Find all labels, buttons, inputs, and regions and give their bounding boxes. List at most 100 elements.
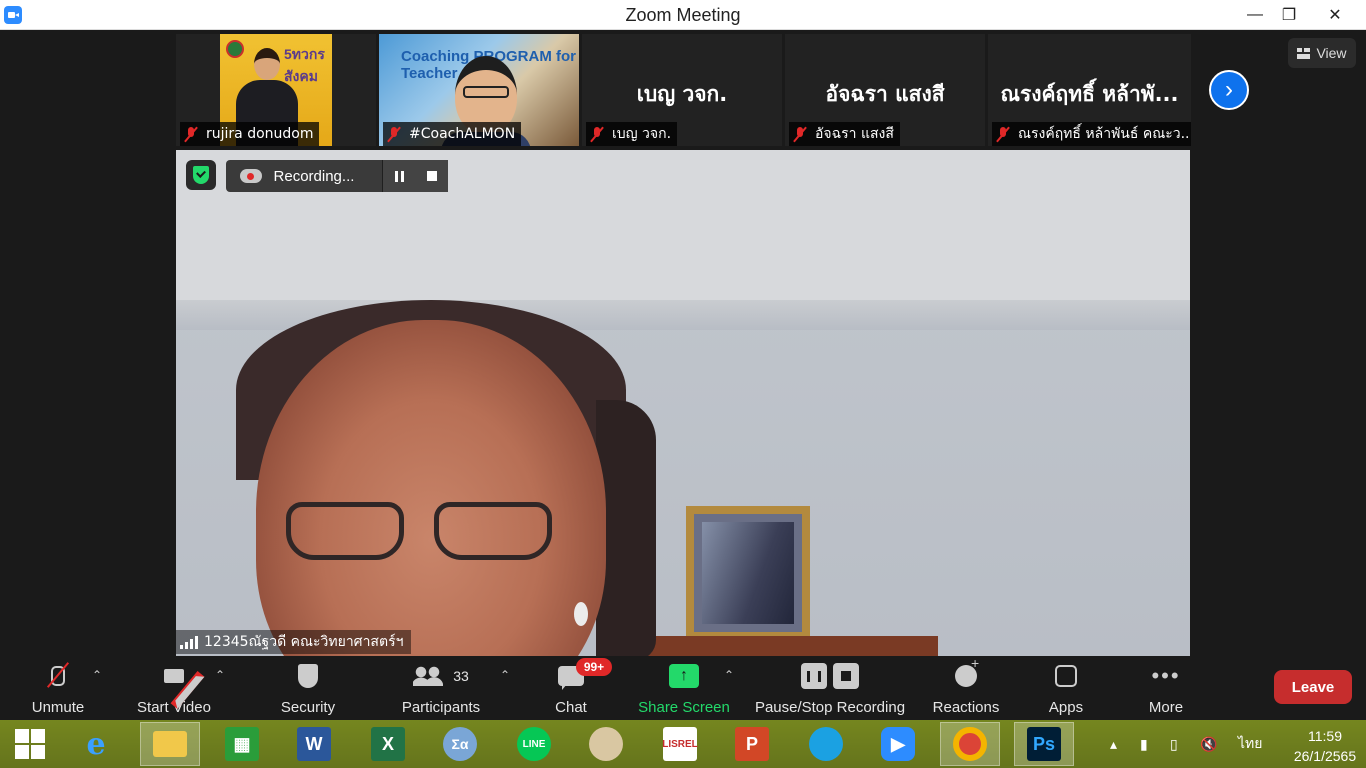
folder-icon bbox=[153, 731, 187, 757]
security-shield-icon bbox=[298, 664, 318, 688]
zoom-taskbar[interactable]: ▶ bbox=[868, 722, 928, 766]
close-button[interactable]: ✕ bbox=[1312, 0, 1358, 30]
mic-muted-icon bbox=[793, 126, 807, 142]
store-bag-icon: ▦ bbox=[225, 727, 259, 761]
powerpoint-taskbar[interactable]: P bbox=[722, 722, 782, 766]
participant-thumbnail[interactable]: Coaching PROGRAM for Teacher #CoachALMON bbox=[379, 34, 579, 146]
clock-date: 26/1/2565 bbox=[1293, 748, 1357, 764]
view-button[interactable]: View bbox=[1288, 38, 1356, 68]
recording-indicator: Recording... bbox=[226, 160, 449, 192]
participant-thumbnail[interactable]: 5ทวกร สังคม rujira donudom bbox=[176, 34, 376, 146]
participant-name-tag: ณรงค์ฤทธิ์ หล้าพันธ์ คณะว... bbox=[992, 122, 1191, 146]
pause-stop-recording-label: Pause/Stop Recording bbox=[754, 699, 906, 716]
meeting-stage: 5ทวกร สังคม rujira donudom Coaching PROG… bbox=[0, 30, 1366, 658]
participants-button[interactable]: 33 Participants bbox=[396, 658, 486, 720]
share-screen-button[interactable]: ↑ Share Screen bbox=[636, 658, 732, 720]
more-button[interactable]: ••• More bbox=[1140, 658, 1192, 720]
line-icon: LINE bbox=[517, 727, 551, 761]
word-taskbar[interactable]: W bbox=[284, 722, 344, 766]
active-speaker-name-tag: 12345ณัฐวดี คณะวิทยาศาสตร์ฯ bbox=[176, 630, 412, 654]
lisrel-taskbar[interactable]: LISREL bbox=[650, 722, 710, 766]
reactions-smile-icon bbox=[955, 655, 979, 687]
share-screen-arrow-icon: ↑ bbox=[669, 664, 699, 688]
share-screen-label: Share Screen bbox=[638, 699, 730, 716]
leave-button[interactable]: Leave bbox=[1274, 670, 1352, 704]
edge-taskbar[interactable] bbox=[796, 722, 856, 766]
participant-thumbnail[interactable]: เบญ วจก. เบญ วจก. bbox=[582, 34, 782, 146]
active-speaker-name: 12345ณัฐวดี คณะวิทยาศาสตร์ฯ bbox=[204, 634, 404, 650]
participants-label: Participants bbox=[401, 699, 481, 716]
network-signal-icon[interactable]: ▮ bbox=[1140, 720, 1148, 768]
stop-recording-button[interactable] bbox=[415, 160, 449, 192]
security-button[interactable]: Security bbox=[272, 658, 344, 720]
powerpoint-icon: P bbox=[735, 727, 769, 761]
picture-frame bbox=[686, 506, 810, 640]
paint-palette-icon bbox=[589, 727, 623, 761]
participants-count: 33 bbox=[453, 668, 469, 684]
system-clock[interactable]: 11:59 26/1/2565 bbox=[1290, 726, 1360, 766]
mic-muted-icon bbox=[184, 126, 198, 142]
file-explorer-taskbar[interactable] bbox=[140, 722, 200, 766]
pause-stop-recording-button[interactable]: Pause/Stop Recording bbox=[752, 658, 908, 720]
more-label: More bbox=[1148, 699, 1184, 716]
battery-icon[interactable]: ▯ bbox=[1170, 720, 1178, 768]
participant-name: rujira donudom bbox=[206, 126, 314, 142]
pause-icon bbox=[395, 170, 405, 182]
reactions-label: Reactions bbox=[932, 699, 1000, 716]
apps-button[interactable]: Apps bbox=[1040, 658, 1092, 720]
tray-overflow-chevron-icon[interactable]: ▴ bbox=[1110, 720, 1117, 768]
line-taskbar[interactable]: LINE bbox=[504, 722, 564, 766]
camera-off-icon bbox=[154, 659, 194, 693]
excel-taskbar[interactable]: X bbox=[358, 722, 418, 766]
volume-muted-icon[interactable]: 🔇 bbox=[1200, 720, 1217, 768]
participant-big-name: อัจฉรา แสงสี bbox=[825, 82, 945, 106]
participant-name-tag: rujira donudom bbox=[180, 122, 320, 146]
participant-thumbnail[interactable]: อัจฉรา แสงสี อัจฉรา แสงสี bbox=[785, 34, 985, 146]
participant-name: ณรงค์ฤทธิ์ หล้าพันธ์ คณะว... bbox=[1018, 126, 1191, 142]
reactions-button[interactable]: Reactions bbox=[928, 655, 1004, 720]
microphone-muted-icon bbox=[38, 659, 78, 693]
unmute-button[interactable]: Unmute bbox=[20, 658, 96, 720]
pause-recording-button[interactable] bbox=[383, 160, 416, 192]
participants-options-chevron-icon[interactable]: ⌃ bbox=[500, 668, 510, 682]
participant-name-tag: เบญ วจก. bbox=[586, 122, 678, 146]
word-icon: W bbox=[297, 727, 331, 761]
audio-options-chevron-icon[interactable]: ⌃ bbox=[92, 668, 102, 682]
participant-thumbnail[interactable]: ณรงค์ฤทธิ์ หล้าพั... ณรงค์ฤทธิ์ หล้าพันธ… bbox=[988, 34, 1191, 146]
video-options-chevron-icon[interactable]: ⌃ bbox=[215, 668, 225, 682]
security-label: Security bbox=[280, 699, 336, 716]
active-speaker-video[interactable] bbox=[176, 150, 1190, 656]
view-button-label: View bbox=[1316, 45, 1347, 61]
apps-label: Apps bbox=[1048, 699, 1084, 716]
windows-start-button[interactable] bbox=[0, 722, 60, 766]
stop-icon bbox=[426, 171, 437, 181]
share-options-chevron-icon[interactable]: ⌃ bbox=[724, 668, 734, 682]
clock-time: 11:59 bbox=[1308, 728, 1342, 744]
photoshop-taskbar[interactable]: Ps bbox=[1014, 722, 1074, 766]
signal-strength-icon bbox=[180, 635, 198, 649]
cloud-recording-icon bbox=[240, 169, 262, 183]
apps-icon bbox=[1055, 665, 1077, 687]
zoom-camera-icon: ▶ bbox=[881, 727, 915, 761]
encryption-shield-icon[interactable] bbox=[186, 160, 216, 190]
participant-name: เบญ วจก. bbox=[612, 126, 672, 142]
next-page-arrow-icon[interactable]: › bbox=[1209, 70, 1249, 110]
chrome-taskbar[interactable] bbox=[940, 722, 1000, 766]
participant-name: #CoachALMON bbox=[409, 126, 516, 142]
participant-big-name: เบญ วจก. bbox=[636, 82, 728, 106]
recording-label: Recording... bbox=[273, 167, 355, 185]
store-taskbar[interactable]: ▦ bbox=[212, 722, 272, 766]
math-input-taskbar[interactable]: Σα bbox=[430, 722, 490, 766]
title-bar: Zoom Meeting — ❐ ✕ bbox=[0, 0, 1366, 30]
input-language[interactable]: ไทย bbox=[1238, 720, 1262, 768]
window-title: Zoom Meeting bbox=[625, 5, 741, 25]
excel-icon: X bbox=[371, 727, 405, 761]
start-video-button[interactable]: Start Video bbox=[130, 658, 218, 720]
mic-muted-icon bbox=[996, 126, 1010, 142]
maximize-button[interactable]: ❐ bbox=[1266, 0, 1312, 30]
internet-explorer-icon: e bbox=[86, 726, 106, 762]
chrome-icon bbox=[953, 727, 987, 761]
internet-explorer-taskbar[interactable]: e bbox=[66, 722, 126, 766]
paint-taskbar[interactable] bbox=[576, 722, 636, 766]
chat-label: Chat bbox=[555, 699, 587, 716]
